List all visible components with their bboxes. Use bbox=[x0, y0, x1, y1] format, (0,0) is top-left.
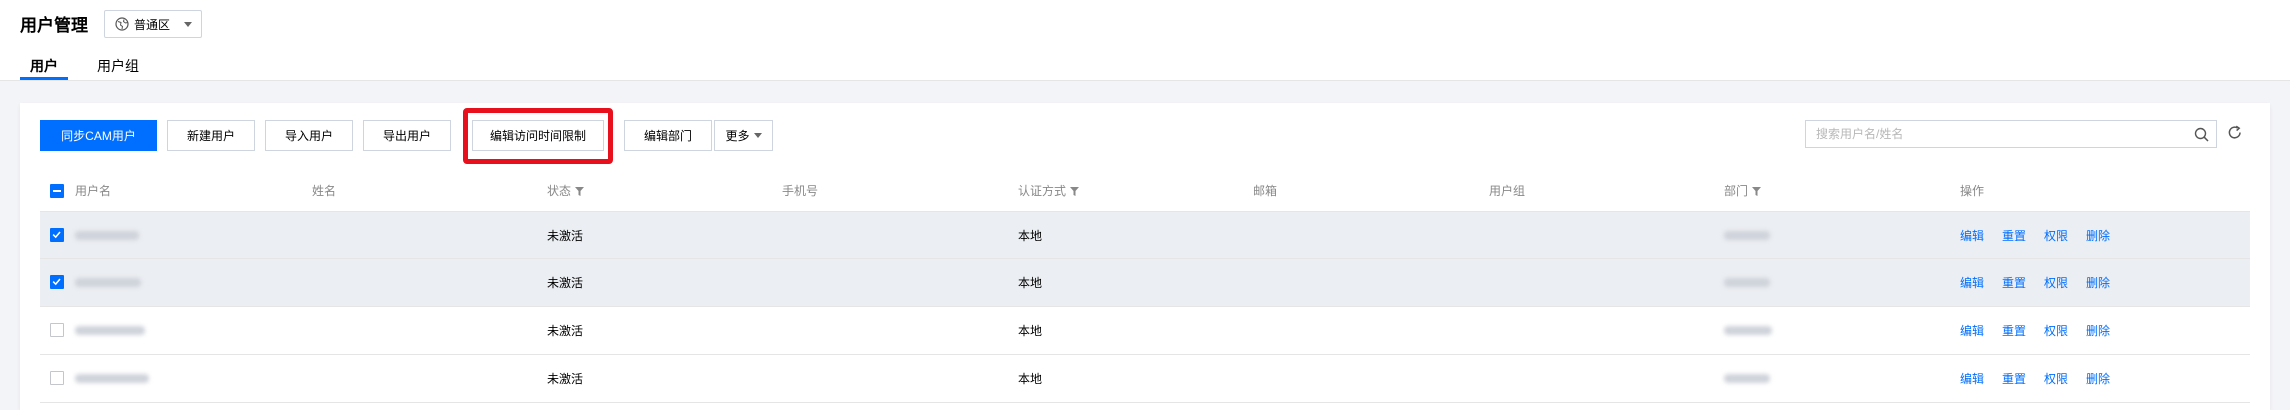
edit-link[interactable]: 编辑 bbox=[1960, 370, 1984, 387]
edit-link[interactable]: 编辑 bbox=[1960, 227, 1984, 244]
status-cell: 未激活 bbox=[547, 324, 584, 338]
department-cell bbox=[1724, 355, 1770, 402]
blurred-department bbox=[1724, 230, 1770, 240]
column-header-department[interactable]: 部门 bbox=[1724, 171, 1762, 211]
department-header-label: 部门 bbox=[1724, 184, 1749, 198]
delete-link[interactable]: 删除 bbox=[2086, 227, 2110, 244]
active-tab-indicator bbox=[20, 77, 68, 80]
column-header-group: 用户组 bbox=[1489, 184, 1526, 198]
reset-link[interactable]: 重置 bbox=[2002, 370, 2026, 387]
globe-icon bbox=[115, 17, 129, 31]
username-cell bbox=[75, 355, 149, 402]
reset-link[interactable]: 重置 bbox=[2002, 227, 2026, 244]
reset-link[interactable]: 重置 bbox=[2002, 274, 2026, 291]
auth-header-label: 认证方式 bbox=[1018, 184, 1067, 198]
edit-department-button[interactable]: 编辑部门 bbox=[624, 120, 712, 151]
tab-users[interactable]: 用户 bbox=[30, 56, 58, 76]
highlight-annotation bbox=[463, 108, 613, 164]
sync-cam-users-button[interactable]: 同步CAM用户 bbox=[40, 120, 157, 151]
table-header: 用户名 姓名 状态 手机号 认证方式 邮箱 用户组 部门 操作 bbox=[40, 171, 2250, 212]
table-row[interactable]: 未激活 本地 编辑 重置 权限 删除 bbox=[40, 212, 2250, 259]
reset-link[interactable]: 重置 bbox=[2002, 322, 2026, 339]
permission-link[interactable]: 权限 bbox=[2044, 227, 2068, 244]
row-checkbox[interactable] bbox=[50, 275, 64, 289]
search-input[interactable] bbox=[1806, 121, 2196, 147]
username-cell bbox=[75, 307, 145, 354]
department-cell bbox=[1724, 259, 1770, 306]
row-checkbox[interactable] bbox=[50, 371, 64, 385]
row-actions: 编辑 重置 权限 删除 bbox=[1960, 259, 2128, 306]
search-icon[interactable] bbox=[2194, 127, 2209, 142]
table-row[interactable]: 未激活 本地 编辑 重置 权限 删除 bbox=[40, 259, 2250, 307]
status-cell: 未激活 bbox=[547, 372, 584, 386]
status-cell: 未激活 bbox=[547, 228, 584, 243]
column-header-auth[interactable]: 认证方式 bbox=[1018, 171, 1080, 211]
auth-cell: 本地 bbox=[1018, 372, 1043, 386]
more-label: 更多 bbox=[725, 129, 750, 143]
region-label: 普通区 bbox=[134, 17, 171, 32]
chevron-down-icon bbox=[753, 133, 762, 138]
user-list-panel: 同步CAM用户 新建用户 导入用户 导出用户 编辑访问时间限制 编辑部门 更多 … bbox=[20, 103, 2270, 410]
refresh-icon[interactable] bbox=[2227, 125, 2243, 141]
page-title: 用户管理 bbox=[20, 16, 88, 35]
permission-link[interactable]: 权限 bbox=[2044, 322, 2068, 339]
row-checkbox[interactable] bbox=[50, 228, 64, 242]
select-all-checkbox[interactable] bbox=[50, 184, 64, 198]
filter-icon[interactable] bbox=[1070, 186, 1080, 196]
permission-link[interactable]: 权限 bbox=[2044, 370, 2068, 387]
column-header-phone: 手机号 bbox=[782, 184, 819, 198]
blurred-department bbox=[1724, 326, 1772, 335]
blurred-department bbox=[1724, 278, 1770, 287]
search-box bbox=[1805, 120, 2217, 148]
export-users-button[interactable]: 导出用户 bbox=[363, 120, 451, 151]
region-select[interactable]: 普通区 bbox=[104, 10, 202, 38]
department-cell bbox=[1724, 307, 1772, 354]
blurred-username bbox=[75, 278, 141, 287]
more-dropdown-button[interactable]: 更多 bbox=[714, 120, 773, 151]
username-cell bbox=[75, 212, 139, 258]
filter-icon[interactable] bbox=[575, 186, 585, 196]
top-bar: 用户管理 普通区 用户 用户组 bbox=[0, 0, 2290, 81]
delete-link[interactable]: 删除 bbox=[2086, 274, 2110, 291]
username-cell bbox=[75, 259, 141, 306]
delete-link[interactable]: 删除 bbox=[2086, 370, 2110, 387]
column-header-status[interactable]: 状态 bbox=[547, 171, 585, 211]
blurred-username bbox=[75, 230, 139, 240]
blurred-department bbox=[1724, 374, 1770, 383]
blurred-username bbox=[75, 326, 145, 335]
column-header-name: 姓名 bbox=[312, 184, 337, 198]
auth-cell: 本地 bbox=[1018, 324, 1043, 338]
edit-link[interactable]: 编辑 bbox=[1960, 274, 1984, 291]
chevron-down-icon bbox=[184, 22, 192, 27]
blurred-username bbox=[75, 374, 149, 383]
status-header-label: 状态 bbox=[547, 184, 572, 198]
table-row[interactable]: 未激活 本地 编辑 重置 权限 删除 bbox=[40, 355, 2250, 403]
permission-link[interactable]: 权限 bbox=[2044, 274, 2068, 291]
column-header-email: 邮箱 bbox=[1253, 184, 1278, 198]
row-actions: 编辑 重置 权限 删除 bbox=[1960, 307, 2128, 354]
status-cell: 未激活 bbox=[547, 276, 584, 290]
column-header-actions: 操作 bbox=[1960, 184, 1985, 198]
auth-cell: 本地 bbox=[1018, 276, 1043, 290]
department-cell bbox=[1724, 212, 1770, 258]
new-user-button[interactable]: 新建用户 bbox=[167, 120, 255, 151]
tab-user-groups[interactable]: 用户组 bbox=[97, 56, 139, 76]
table-row[interactable]: 未激活 本地 编辑 重置 权限 删除 bbox=[40, 307, 2250, 355]
column-header-username: 用户名 bbox=[75, 184, 112, 198]
row-actions: 编辑 重置 权限 删除 bbox=[1960, 355, 2128, 402]
filter-icon[interactable] bbox=[1752, 186, 1762, 196]
delete-link[interactable]: 删除 bbox=[2086, 322, 2110, 339]
edit-link[interactable]: 编辑 bbox=[1960, 322, 1984, 339]
row-checkbox[interactable] bbox=[50, 323, 64, 337]
auth-cell: 本地 bbox=[1018, 228, 1043, 243]
row-actions: 编辑 重置 权限 删除 bbox=[1960, 212, 2128, 258]
import-users-button[interactable]: 导入用户 bbox=[265, 120, 353, 151]
